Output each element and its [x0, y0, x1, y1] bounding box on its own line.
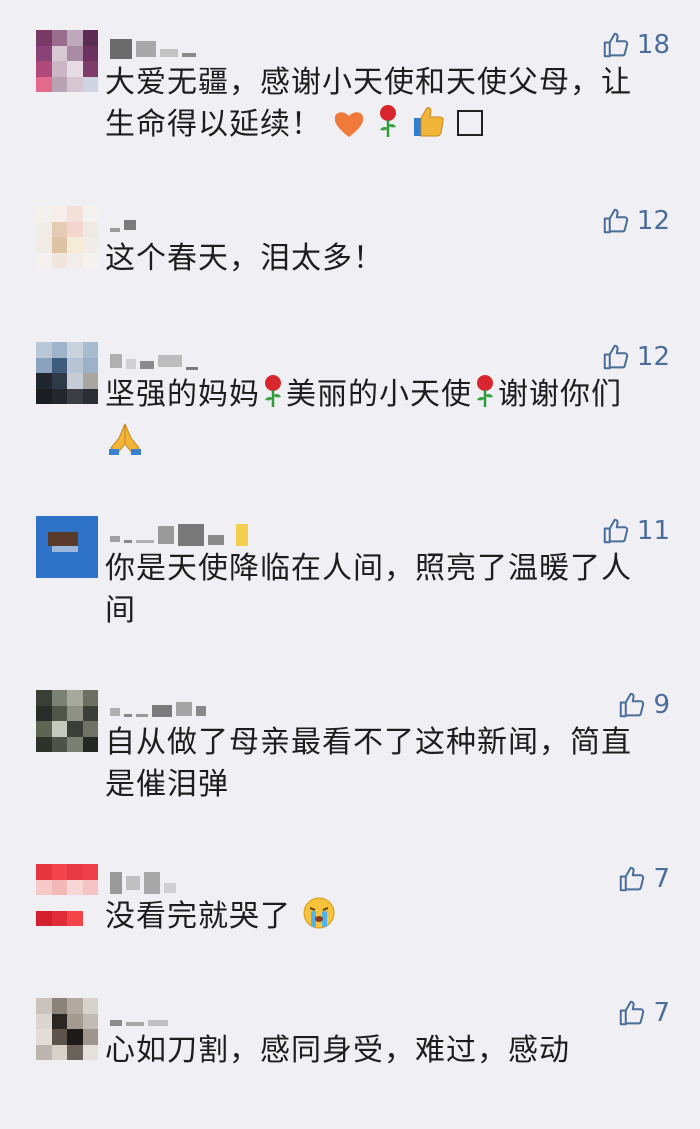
comment-text: 大爱无疆，感谢小天使和天使父母，让生命得以延续！: [105, 62, 660, 150]
avatar[interactable]: [36, 998, 98, 1060]
like-count: 7: [653, 998, 670, 1028]
comment-item: 7 没看完就哭了: [0, 864, 700, 954]
username-blurred[interactable]: [110, 872, 176, 894]
like-count: 12: [636, 342, 670, 372]
comment-text: 这个春天，泪太多！: [105, 241, 384, 276]
like-button[interactable]: 18: [601, 30, 670, 60]
like-button[interactable]: 7: [617, 998, 670, 1028]
comment-item: 12 这个春天，泪太多！: [0, 206, 700, 306]
thumbs-up-icon: [620, 692, 645, 718]
heart-emoji: [333, 108, 365, 150]
username-blurred[interactable]: [110, 214, 136, 236]
comment-item: 18 大爱无疆，感谢小天使和天使父母，让生命得以延续！: [0, 30, 700, 180]
comment-text: 心如刀割，感同身受，难过，感动: [105, 1033, 570, 1068]
like-button[interactable]: 12: [601, 206, 670, 236]
username-blurred[interactable]: [110, 38, 196, 60]
comment-text: 没看完就哭了: [105, 896, 660, 942]
like-count: 12: [636, 206, 670, 236]
thumbs-up-icon: [603, 518, 629, 544]
thumbs-up-emoji: [412, 104, 446, 150]
avatar[interactable]: [36, 30, 98, 92]
rose-emoji: [375, 104, 401, 150]
avatar[interactable]: [36, 690, 98, 752]
comment-item: 12 坚强的妈妈 美丽的小天使 谢谢你们: [0, 342, 700, 482]
pray-emoji: [105, 420, 145, 468]
username-blurred[interactable]: [110, 1006, 168, 1028]
thumbs-up-icon: [620, 866, 645, 892]
comment-item: 11 你是天使降临在人间，照亮了温暖了人间: [0, 516, 700, 646]
like-button[interactable]: 9: [617, 690, 670, 720]
crying-emoji: [302, 896, 336, 942]
like-count: 7: [653, 864, 670, 894]
thumbs-up-icon: [603, 32, 629, 58]
like-button[interactable]: 12: [601, 342, 670, 372]
like-button[interactable]: 11: [601, 516, 670, 546]
avatar[interactable]: [36, 516, 98, 578]
avatar[interactable]: [36, 206, 98, 268]
username-blurred[interactable]: [110, 350, 198, 372]
like-count: 18: [636, 30, 670, 60]
rose-emoji: [472, 374, 498, 420]
avatar[interactable]: [36, 864, 98, 926]
thumbs-up-icon: [620, 1000, 645, 1026]
comment-item: 7 心如刀割，感同身受，难过，感动: [0, 998, 700, 1088]
username-blurred[interactable]: [110, 698, 206, 720]
thumbs-up-icon: [603, 344, 629, 370]
like-button[interactable]: 7: [617, 864, 670, 894]
like-count: 9: [653, 690, 670, 720]
comment-text: 自从做了母亲最看不了这种新闻，简直是催泪弹: [105, 725, 632, 802]
thumbs-up-icon: [603, 208, 629, 234]
rose-emoji: [260, 374, 286, 420]
like-count: 11: [636, 516, 670, 546]
username-blurred[interactable]: [110, 524, 248, 546]
comment-item: 9 自从做了母亲最看不了这种新闻，简直是催泪弹: [0, 690, 700, 820]
comment-text: 坚强的妈妈 美丽的小天使 谢谢你们: [105, 374, 660, 468]
avatar[interactable]: [36, 342, 98, 404]
box-glyph: [456, 108, 484, 150]
comment-text: 你是天使降临在人间，照亮了温暖了人间: [105, 551, 632, 628]
